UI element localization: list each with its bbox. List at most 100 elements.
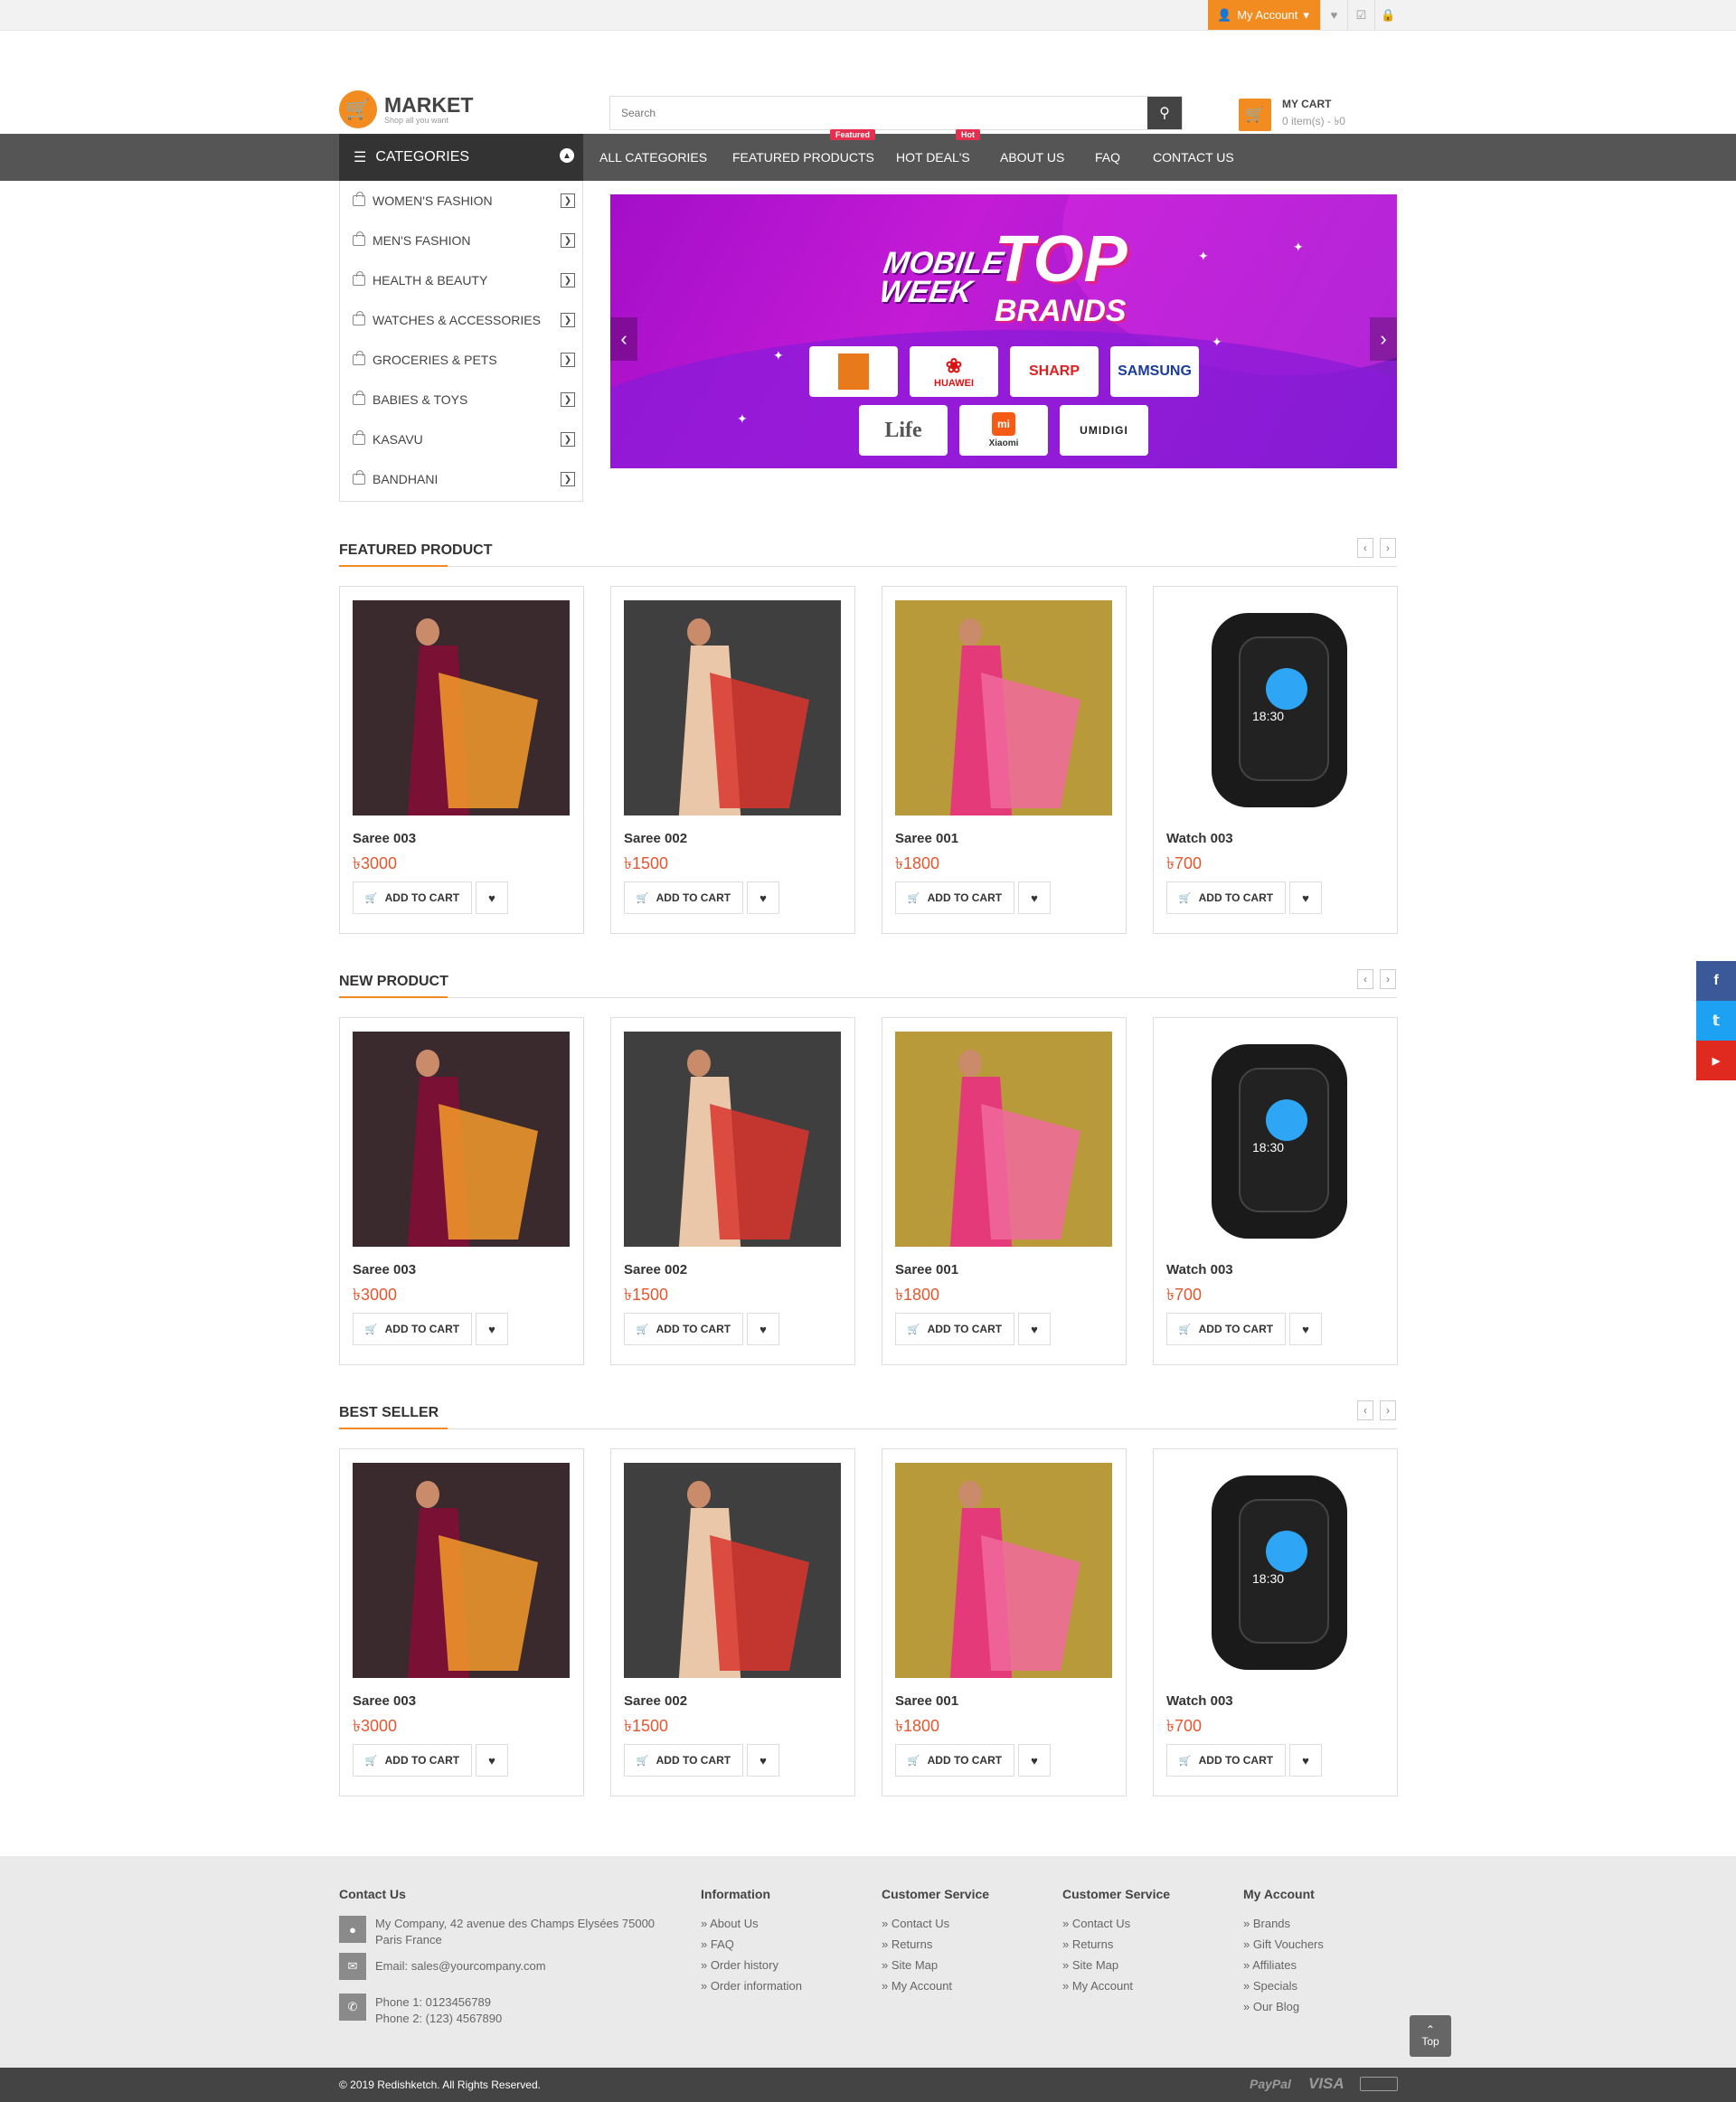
product-card[interactable]: 18:30 Watch 003 ৳700 🛒 ADD TO CART ♥ [1153,1448,1398,1796]
product-image[interactable] [624,1032,841,1247]
footer-link[interactable]: » Our Blog [1243,2000,1299,2013]
product-image[interactable]: 18:30 [1166,1032,1383,1247]
youtube-icon[interactable]: ▶ [1696,1041,1736,1080]
add-to-cart-button[interactable]: 🛒 ADD TO CART [624,881,743,914]
footer-link[interactable]: » Order history [701,1958,778,1972]
logo[interactable]: 🛒 MARKET Shop all you want [339,90,473,128]
wishlist-heart-icon[interactable]: ♥ [476,1744,508,1777]
product-name[interactable]: Saree 002 [624,1262,687,1277]
add-to-cart-button[interactable]: 🛒 ADD TO CART [353,1313,472,1345]
banner-next-button[interactable]: › [1370,317,1397,361]
product-name[interactable]: Watch 003 [1166,1262,1233,1277]
footer-link[interactable]: » Contact Us [882,1917,949,1930]
add-to-cart-button[interactable]: 🛒 ADD TO CART [624,1313,743,1345]
product-name[interactable]: Saree 001 [895,1693,958,1709]
sidebar-item-babies-toys[interactable]: BABIES & TOYS ❯ [340,380,582,419]
banner-prev-button[interactable]: ‹ [610,317,637,361]
product-card[interactable]: 18:30 Watch 003 ৳700 🛒 ADD TO CART ♥ [1153,1017,1398,1365]
product-image[interactable] [353,600,570,815]
product-card[interactable]: Saree 003 ৳3000 🛒 ADD TO CART ♥ [339,1448,584,1796]
wishlist-heart-icon[interactable]: ♥ [747,1313,779,1345]
my-account-dropdown[interactable]: 👤 My Account ▾ [1208,0,1320,30]
footer-email[interactable]: Email: sales@yourcompany.com [375,1958,546,1975]
product-card[interactable]: Saree 002 ৳1500 🛒 ADD TO CART ♥ [610,1448,855,1796]
sidebar-item-groceries[interactable]: GROCERIES & PETS ❯ [340,340,582,380]
section-next-button[interactable]: › [1380,538,1396,558]
nav-all-categories[interactable]: ALL CATEGORIES [599,134,707,181]
product-image[interactable]: 18:30 [1166,1463,1383,1678]
product-card[interactable]: Saree 002 ৳1500 🛒 ADD TO CART ♥ [610,586,855,934]
product-card[interactable]: Saree 003 ৳3000 🛒 ADD TO CART ♥ [339,586,584,934]
footer-link[interactable]: » Brands [1243,1917,1290,1930]
footer-link[interactable]: » Specials [1243,1979,1297,1993]
product-card[interactable]: Saree 001 ৳1800 🛒 ADD TO CART ♥ [882,1017,1127,1365]
categories-toggle[interactable]: ☰ CATEGORIES ▲ [339,134,583,181]
add-to-cart-button[interactable]: 🛒 ADD TO CART [1166,1744,1286,1777]
sidebar-item-womens-fashion[interactable]: WOMEN'S FASHION ❯ [340,181,582,221]
footer-link[interactable]: » Affiliates [1243,1958,1297,1972]
twitter-icon[interactable]: 𝕥 [1696,1001,1736,1041]
heart-icon[interactable]: ♥ [1320,0,1347,30]
hero-banner[interactable]: ✦ ✦ ✦ ✦ ✦ MOBILE WEEK TOP BRANDS ❀ HUAWEI … [610,194,1397,468]
product-name[interactable]: Watch 003 [1166,831,1233,846]
footer-link[interactable]: » Order information [701,1979,802,1993]
footer-link[interactable]: » Site Map [882,1958,938,1972]
add-to-cart-button[interactable]: 🛒 ADD TO CART [895,1744,1014,1777]
nav-about-us[interactable]: ABOUT US [1000,134,1064,181]
add-to-cart-button[interactable]: 🛒 ADD TO CART [624,1744,743,1777]
wishlist-heart-icon[interactable]: ♥ [1018,881,1051,914]
nav-featured-products[interactable]: FEATURED PRODUCTS [732,134,874,181]
product-name[interactable]: Saree 003 [353,1693,416,1709]
footer-link[interactable]: » Site Map [1062,1958,1118,1972]
sidebar-item-health-beauty[interactable]: HEALTH & BEAUTY ❯ [340,260,582,300]
section-next-button[interactable]: › [1380,969,1396,989]
sidebar-item-bandhani[interactable]: BANDHANI ❯ [340,459,582,499]
wishlist-heart-icon[interactable]: ♥ [476,881,508,914]
footer-link[interactable]: » Gift Vouchers [1243,1937,1324,1951]
mini-cart[interactable]: 🛒 MY CART 0 item(s) - ৳0 [1239,98,1345,132]
footer-link[interactable]: » Contact Us [1062,1917,1130,1930]
product-card[interactable]: Saree 001 ৳1800 🛒 ADD TO CART ♥ [882,586,1127,934]
section-prev-button[interactable]: ‹ [1357,1400,1373,1420]
section-next-button[interactable]: › [1380,1400,1396,1420]
footer-link[interactable]: » Returns [1062,1937,1113,1951]
wishlist-heart-icon[interactable]: ♥ [1289,1744,1322,1777]
product-name[interactable]: Saree 002 [624,1693,687,1709]
product-name[interactable]: Saree 001 [895,1262,958,1277]
product-card[interactable]: Saree 003 ৳3000 🛒 ADD TO CART ♥ [339,1017,584,1365]
add-to-cart-button[interactable]: 🛒 ADD TO CART [1166,1313,1286,1345]
product-name[interactable]: Saree 001 [895,831,958,846]
product-name[interactable]: Saree 002 [624,831,687,846]
add-to-cart-button[interactable]: 🛒 ADD TO CART [353,881,472,914]
nav-contact-us[interactable]: CONTACT US [1153,134,1234,181]
sidebar-item-kasavu[interactable]: KASAVU ❯ [340,419,582,459]
product-name[interactable]: Watch 003 [1166,1693,1233,1709]
checkout-icon[interactable]: ☑ [1347,0,1374,30]
product-image[interactable] [624,1463,841,1678]
wishlist-heart-icon[interactable]: ♥ [1289,1313,1322,1345]
footer-link[interactable]: » FAQ [701,1937,734,1951]
product-image[interactable] [895,600,1112,815]
footer-link[interactable]: » My Account [1062,1979,1133,1993]
search-input[interactable] [610,97,1147,129]
product-image[interactable] [353,1463,570,1678]
nav-hot-deals[interactable]: HOT DEAL'S [896,134,970,181]
wishlist-heart-icon[interactable]: ♥ [476,1313,508,1345]
lock-icon[interactable]: 🔒 [1374,0,1401,30]
add-to-cart-button[interactable]: 🛒 ADD TO CART [895,881,1014,914]
search-button[interactable]: ⚲ [1147,97,1182,129]
product-name[interactable]: Saree 003 [353,831,416,846]
footer-link[interactable]: » My Account [882,1979,952,1993]
footer-link[interactable]: » About Us [701,1917,759,1930]
wishlist-heart-icon[interactable]: ♥ [1018,1744,1051,1777]
back-to-top-button[interactable]: ⌃ Top [1410,2015,1451,2057]
wishlist-heart-icon[interactable]: ♥ [1289,881,1322,914]
product-image[interactable] [895,1032,1112,1247]
add-to-cart-button[interactable]: 🛒 ADD TO CART [895,1313,1014,1345]
wishlist-heart-icon[interactable]: ♥ [747,881,779,914]
product-card[interactable]: 18:30 Watch 003 ৳700 🛒 ADD TO CART ♥ [1153,586,1398,934]
product-image[interactable]: 18:30 [1166,600,1383,815]
product-name[interactable]: Saree 003 [353,1262,416,1277]
sidebar-item-mens-fashion[interactable]: MEN'S FASHION ❯ [340,221,582,260]
footer-link[interactable]: » Returns [882,1937,932,1951]
